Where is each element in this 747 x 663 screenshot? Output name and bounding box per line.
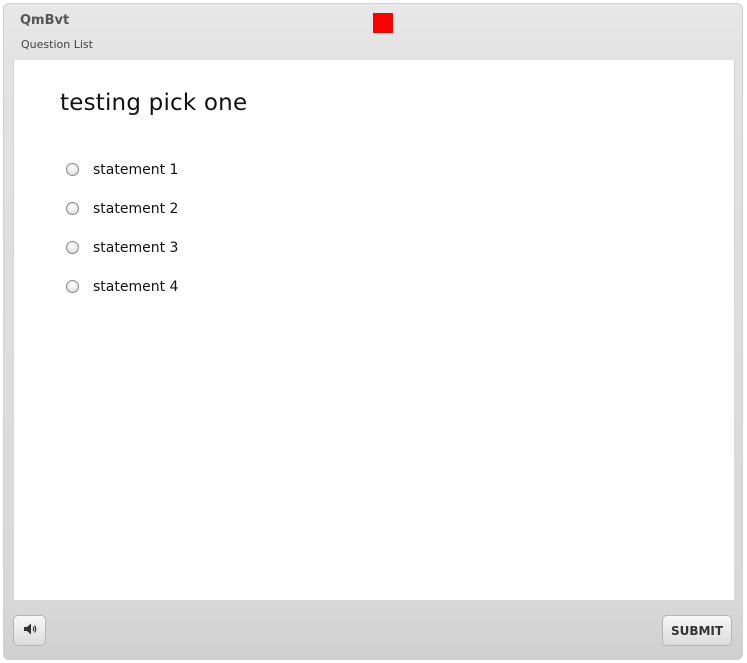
question-title: testing pick one	[60, 90, 248, 116]
radio-button[interactable]	[66, 163, 79, 176]
answer-options: statement 1 statement 2 statement 3 stat…	[66, 150, 178, 306]
app-title: QmBvt	[20, 13, 70, 28]
answer-option-label: statement 3	[93, 239, 179, 256]
answer-option-label: statement 4	[93, 278, 179, 295]
audio-button[interactable]	[13, 615, 46, 646]
answer-option-label: statement 2	[93, 200, 179, 217]
question-panel: testing pick one statement 1 statement 2…	[13, 60, 735, 600]
radio-button[interactable]	[66, 241, 79, 254]
answer-option-1[interactable]: statement 1	[66, 150, 178, 189]
speaker-icon	[23, 621, 37, 640]
bottom-toolbar: SUBMIT	[3, 600, 743, 660]
quiz-window: QmBvt Question List testing pick one sta…	[3, 3, 743, 660]
status-indicator	[373, 13, 393, 33]
answer-option-4[interactable]: statement 4	[66, 267, 178, 306]
answer-option-label: statement 1	[93, 161, 179, 178]
question-list-link[interactable]: Question List	[21, 38, 93, 51]
submit-button[interactable]: SUBMIT	[662, 615, 732, 646]
radio-button[interactable]	[66, 280, 79, 293]
answer-option-2[interactable]: statement 2	[66, 189, 178, 228]
radio-button[interactable]	[66, 202, 79, 215]
answer-option-3[interactable]: statement 3	[66, 228, 178, 267]
